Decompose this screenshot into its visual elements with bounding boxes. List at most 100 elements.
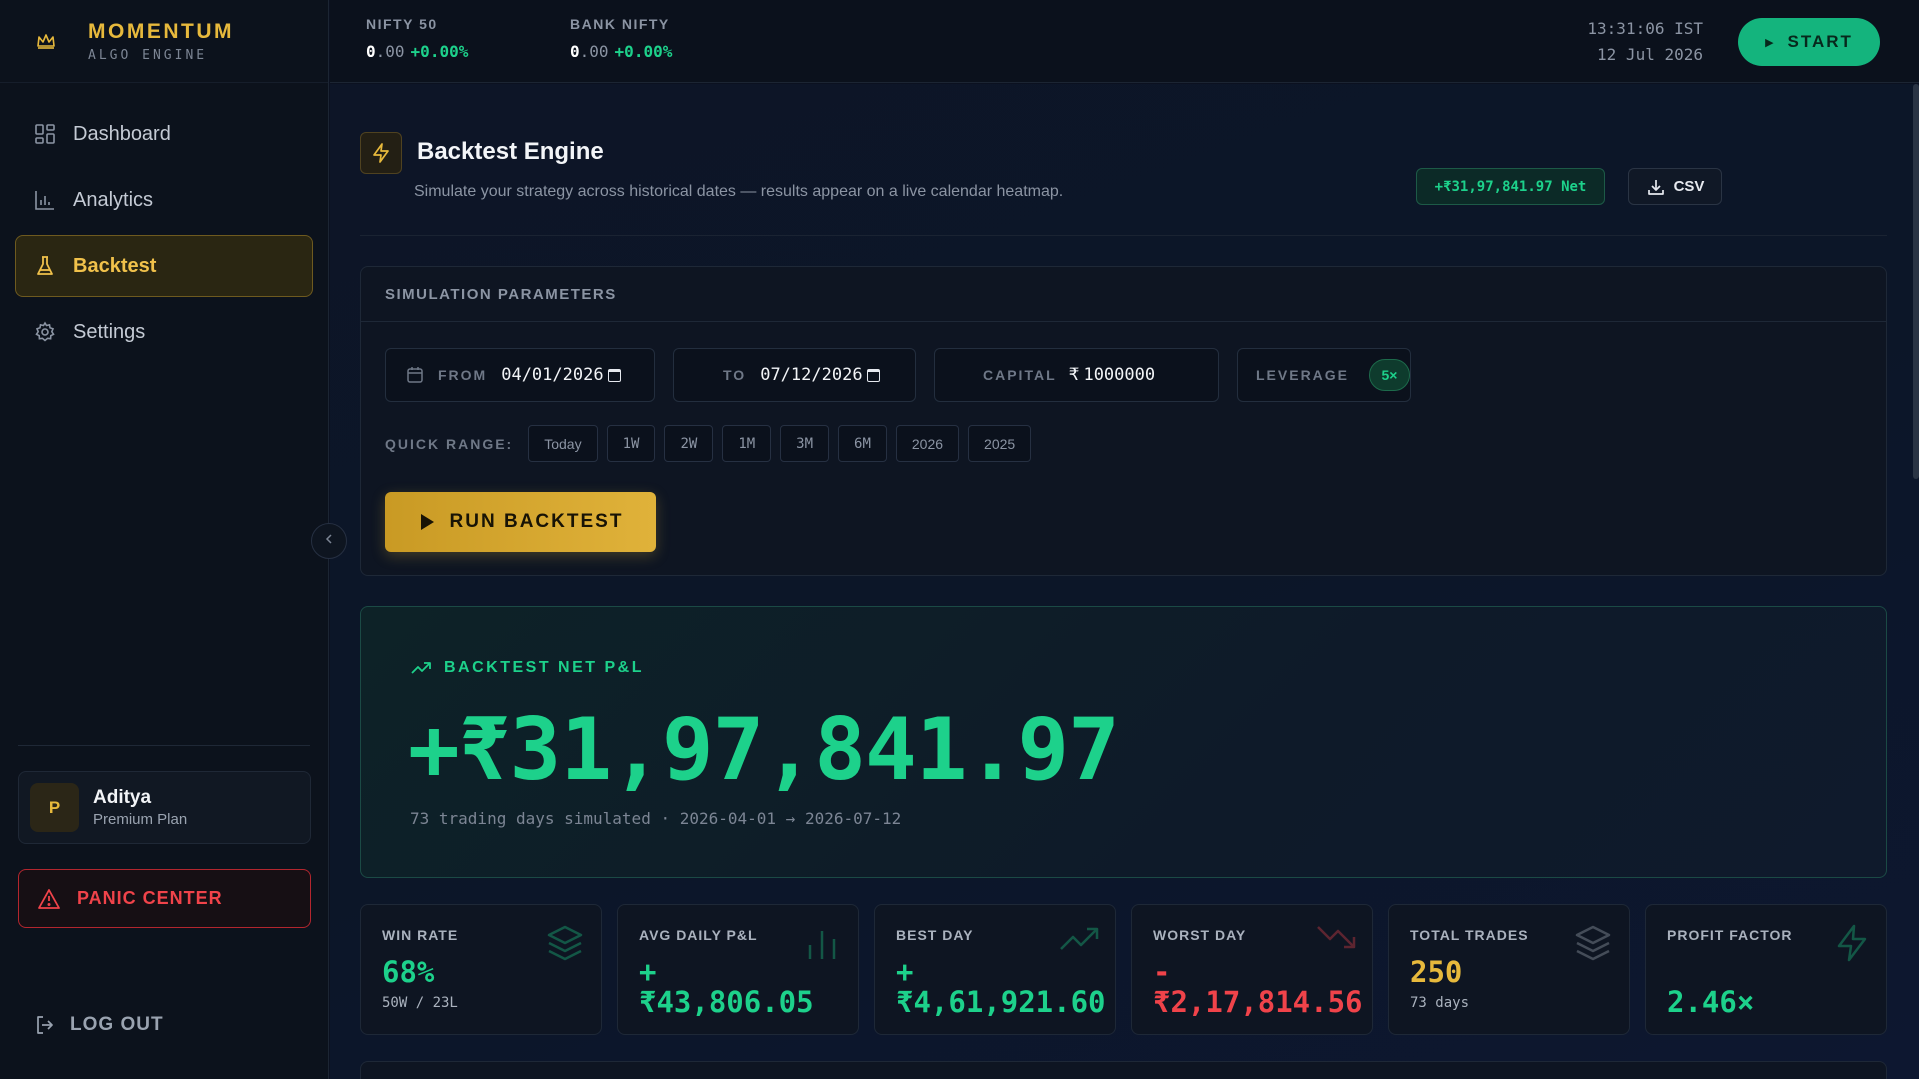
to-date-field[interactable]: TO 07/12/2026 — [673, 348, 916, 402]
capital-label: CAPITAL — [983, 367, 1057, 383]
heatmap-card — [360, 1061, 1887, 1079]
brand[interactable]: MOMENTUM ALGO ENGINE — [0, 0, 328, 83]
stat-card-avg-daily-pnl: AVG DAILY P&L + ₹43,806.05 — [617, 904, 859, 1035]
pnl-summary: 73 trading days simulated · 2026-04-01 →… — [410, 809, 902, 828]
stat-card-win-rate: WIN RATE 68% 50W / 23L — [360, 904, 602, 1035]
quick-range-1w[interactable]: 1W — [606, 425, 656, 462]
lightning-icon — [1834, 923, 1870, 968]
quick-range-1m[interactable]: 1M — [722, 425, 772, 462]
clock-time: 13:31:06 IST — [1587, 19, 1703, 38]
quick-range-label: QUICK RANGE: — [385, 435, 514, 452]
user-card[interactable]: P Aditya Premium Plan — [18, 771, 311, 844]
stat-label: BEST DAY — [896, 927, 974, 943]
logout-label: LOG OUT — [70, 1014, 164, 1035]
sidebar-item-backtest[interactable]: Backtest — [15, 235, 313, 297]
stat-sign: + — [896, 955, 914, 989]
layers-icon — [545, 923, 585, 968]
ticker-nifty-50: NIFTY 50 0.00 +0.00% — [366, 16, 468, 61]
avatar: P — [30, 783, 79, 832]
stat-value: 68% — [382, 955, 435, 989]
trending-down-icon — [1316, 923, 1356, 958]
ticker-change: +0.00% — [410, 42, 469, 61]
grid-icon — [33, 122, 57, 146]
to-date-value: 07/12/2026 — [760, 365, 863, 385]
net-pnl-badge: +₹31,97,841.97 Net — [1416, 168, 1605, 205]
sidebar-item-dashboard[interactable]: Dashboard — [15, 103, 313, 165]
sidebar-item-settings[interactable]: Settings — [15, 301, 313, 363]
brand-subtitle: ALGO ENGINE — [88, 47, 208, 63]
ticker-value: 0 — [366, 42, 376, 61]
stat-value: ₹4,61,921.60 — [896, 985, 1106, 1019]
date-picker-icon[interactable] — [866, 368, 880, 382]
from-label: FROM — [438, 367, 488, 383]
scrollbar[interactable] — [1913, 84, 1919, 479]
ticker-decimals: .00 — [579, 42, 609, 61]
ticker-name: NIFTY 50 — [366, 16, 438, 32]
bar-chart-icon — [33, 188, 57, 212]
csv-export-button[interactable]: CSV — [1628, 168, 1722, 205]
stat-sub: 50W / 23L — [382, 995, 458, 1011]
brand-title: MOMENTUM — [88, 19, 234, 43]
stat-value: 2.46× — [1667, 985, 1755, 1019]
trending-up-icon — [1059, 923, 1099, 958]
stat-value: ₹2,17,814.56 — [1153, 985, 1363, 1019]
panic-center-button[interactable]: PANIC CENTER — [18, 869, 311, 928]
stat-card-profit-factor: PROFIT FACTOR 2.46× — [1645, 904, 1887, 1035]
ticker-bank-nifty: BANK NIFTY 0.00 +0.00% — [570, 16, 672, 61]
pnl-value: +₹31,97,841.97 — [408, 700, 1120, 800]
ticker-value: 0 — [570, 42, 580, 61]
gear-icon — [33, 320, 57, 344]
pnl-label: BACKTEST NET P&L — [444, 659, 644, 676]
stat-label: WORST DAY — [1153, 927, 1247, 943]
start-button[interactable]: ▶ START — [1738, 18, 1880, 66]
stat-label: AVG DAILY P&L — [639, 927, 758, 943]
from-date-field[interactable]: FROM 04/01/2026 — [385, 348, 655, 402]
quick-range-3m[interactable]: 3M — [780, 425, 830, 462]
ticker-change: +0.00% — [614, 42, 673, 61]
date-picker-icon[interactable] — [607, 368, 621, 382]
sidebar-nav: Dashboard Analytics Backtest Settings — [0, 83, 328, 363]
to-label: TO — [723, 367, 747, 383]
sidebar-item-label: Analytics — [73, 188, 154, 211]
clock-date: 12 Jul 2026 — [1597, 45, 1703, 64]
collapse-sidebar-button[interactable] — [311, 523, 347, 559]
calendar-icon — [406, 366, 424, 384]
quick-range-2w[interactable]: 2W — [664, 425, 714, 462]
logout-button[interactable]: LOG OUT — [34, 1014, 164, 1036]
user-plan: Premium Plan — [93, 811, 188, 828]
header-divider — [360, 235, 1887, 236]
logout-icon — [34, 1014, 56, 1036]
run-backtest-button[interactable]: RUN BACKTEST — [385, 492, 656, 552]
leverage-badge[interactable]: 5× — [1369, 359, 1410, 391]
quick-range-2026[interactable]: 2026 — [895, 425, 960, 462]
flask-icon — [33, 254, 57, 278]
stat-sign: + — [639, 955, 657, 989]
sidebar-item-analytics[interactable]: Analytics — [15, 169, 313, 231]
page-subtitle: Simulate your strategy across historical… — [414, 183, 1064, 200]
run-backtest-label: RUN BACKTEST — [449, 511, 624, 532]
stat-card-best-day: BEST DAY + ₹4,61,921.60 — [874, 904, 1116, 1035]
download-icon — [1646, 177, 1666, 197]
quick-range-2025[interactable]: 2025 — [968, 425, 1032, 462]
leverage-label: LEVERAGE — [1256, 367, 1350, 383]
sidebar-item-label: Dashboard — [73, 122, 171, 145]
stat-card-worst-day: WORST DAY - ₹2,17,814.56 — [1131, 904, 1373, 1035]
ticker-name: BANK NIFTY — [570, 16, 670, 32]
leverage-field[interactable]: LEVERAGE 5× — [1237, 348, 1411, 402]
from-date-value: 04/01/2026 — [501, 365, 604, 385]
stat-sub: 73 days — [1410, 995, 1470, 1011]
play-icon: ▶ — [1765, 36, 1776, 49]
capital-field[interactable]: CAPITAL ₹ 1000000 — [934, 348, 1219, 402]
quick-range-today[interactable]: Today — [528, 425, 598, 462]
stat-value: ₹43,806.05 — [639, 985, 814, 1019]
page-title: Backtest Engine — [417, 138, 604, 165]
panel-heading: SIMULATION PARAMETERS — [361, 267, 1886, 322]
crown-logo-icon — [34, 29, 58, 53]
pnl-heading: BACKTEST NET P&L — [410, 659, 644, 677]
start-label: START — [1787, 32, 1853, 51]
quick-range-6m[interactable]: 6M — [838, 425, 887, 462]
layers-icon — [1573, 923, 1613, 968]
chevron-left-icon — [324, 532, 334, 550]
panic-center-label: PANIC CENTER — [77, 888, 223, 908]
backtest-net-pnl-card: BACKTEST NET P&L +₹31,97,841.97 73 tradi… — [360, 606, 1887, 878]
